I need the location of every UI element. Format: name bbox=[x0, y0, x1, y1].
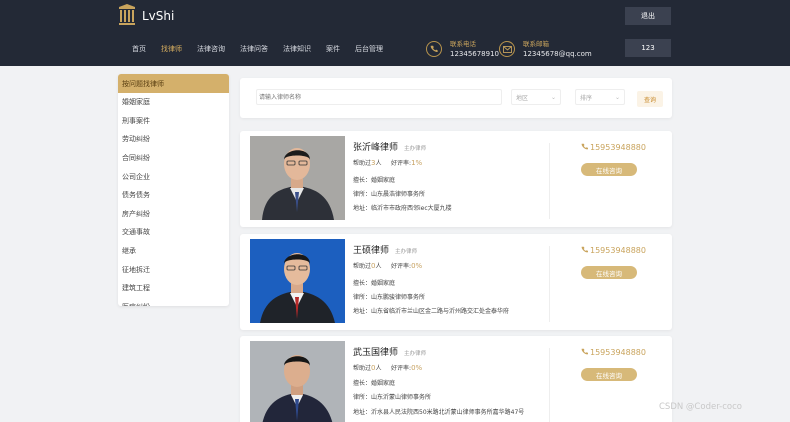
sidebar-item[interactable]: 婚姻家庭 bbox=[118, 93, 229, 112]
lawyer-name[interactable]: 王硕律师 bbox=[353, 246, 389, 256]
lawyer-phone[interactable]: 15953948880 bbox=[590, 143, 646, 152]
search-bar: 地区 ⌄ 排序 ⌄ bbox=[240, 78, 672, 118]
lawyer-specialty: 擅长：婚姻家庭 bbox=[353, 280, 396, 287]
sort-select[interactable]: 排序 ⌄ bbox=[575, 89, 625, 105]
sidebar-item[interactable]: 债务债务 bbox=[118, 186, 229, 205]
lawyer-role: 主办律师 bbox=[395, 249, 418, 255]
lawyer-address: 地址：沂水县人民法院西50米路北沂蒙山律师事务所嘉华路47号 bbox=[353, 409, 525, 416]
lawyer-photo bbox=[250, 136, 345, 220]
contact-phone: 联系电话 12345678910 bbox=[426, 39, 499, 59]
nav-item-home[interactable]: 首页 bbox=[132, 44, 146, 54]
sidebar-item[interactable]: 刑事案件 bbox=[118, 112, 229, 131]
nav-item-admin[interactable]: 后台管理 bbox=[355, 44, 383, 54]
sidebar-item[interactable]: 医疗纠纷 bbox=[118, 298, 229, 306]
consult-button[interactable]: 在线咨询 bbox=[581, 368, 637, 381]
nav-item-knowledge[interactable]: 法律知识 bbox=[283, 44, 311, 54]
phone-icon bbox=[581, 348, 588, 357]
rate-value: 1% bbox=[411, 159, 423, 167]
email-label: 联系邮箱 bbox=[523, 40, 549, 48]
category-sidebar: 按问题找律师 婚姻家庭 刑事案件 劳动纠纷 合同纠纷 公司企业 债务债务 房产纠… bbox=[118, 74, 229, 306]
lawyer-specialty: 擅长：婚姻家庭 bbox=[353, 380, 396, 387]
sidebar-item[interactable]: 建筑工程 bbox=[118, 279, 229, 298]
lawyer-address: 地址：临沂市市政府西邻iec大厦九楼 bbox=[353, 205, 452, 212]
sidebar-item[interactable]: 交通事故 bbox=[118, 223, 229, 242]
help-unit: 人 bbox=[375, 263, 382, 270]
lawyer-card[interactable]: 王硕律师 主办律师 帮助过0人 好评率:0% 擅长：婚姻家庭 律所：山东鹏骏律师事… bbox=[240, 234, 672, 330]
mail-icon bbox=[499, 41, 515, 57]
lawyer-phone[interactable]: 15953948880 bbox=[590, 348, 646, 357]
nav-item-consult[interactable]: 法律咨询 bbox=[197, 44, 225, 54]
lawyer-name[interactable]: 武玉国律师 bbox=[353, 348, 398, 358]
phone-icon bbox=[581, 246, 588, 255]
rate-label: 好评率: bbox=[391, 365, 412, 372]
lawyer-firm: 律所：山东晨浩律师事务所 bbox=[353, 191, 426, 198]
lawyer-role: 主办律师 bbox=[404, 146, 427, 152]
help-label: 帮助过 bbox=[353, 263, 372, 270]
consult-button[interactable]: 在线咨询 bbox=[581, 266, 637, 279]
sidebar-item[interactable]: 房产纠纷 bbox=[118, 205, 229, 224]
sort-select-label: 排序 bbox=[580, 94, 593, 102]
sidebar-item[interactable]: 劳动纠纷 bbox=[118, 130, 229, 149]
nav-item-qa[interactable]: 法律问答 bbox=[240, 44, 268, 54]
lawyer-card[interactable]: 张沂峰律师 主办律师 帮助过3人 好评率:1% 擅长：婚姻家庭 律所：山东晨浩律师… bbox=[240, 131, 672, 227]
card-divider bbox=[549, 246, 550, 322]
help-label: 帮助过 bbox=[353, 365, 372, 372]
nav-item-cases[interactable]: 案件 bbox=[326, 44, 340, 54]
email-value: 12345678@qq.com bbox=[523, 50, 592, 58]
chevron-down-icon: ⌄ bbox=[614, 93, 620, 101]
lawyer-firm: 律所：山东鹏骏律师事务所 bbox=[353, 294, 426, 301]
lawyer-card[interactable]: 武玉国律师 主办律师 帮助过0人 好评率:0% 擅长：婚姻家庭 律所：山东沂蒙山律… bbox=[240, 336, 672, 422]
top-header: LvShi 首页 找律师 法律咨询 法律问答 法律知识 案件 后台管理 联系电话… bbox=[0, 0, 790, 66]
logout-button[interactable]: 退出 bbox=[625, 7, 671, 25]
rate-label: 好评率: bbox=[391, 160, 412, 167]
sidebar-item[interactable]: 合同纠纷 bbox=[118, 149, 229, 168]
logo[interactable]: LvShi bbox=[118, 4, 174, 28]
phone-label: 联系电话 bbox=[450, 40, 476, 48]
phone-icon bbox=[426, 41, 442, 57]
lawyer-photo bbox=[250, 341, 345, 422]
sidebar-item[interactable]: 征地拆迁 bbox=[118, 260, 229, 279]
sidebar-item[interactable]: 继承 bbox=[118, 242, 229, 261]
lawyer-photo bbox=[250, 239, 345, 323]
search-input[interactable] bbox=[256, 89, 502, 105]
phone-value: 12345678910 bbox=[450, 50, 499, 58]
main-nav: 首页 找律师 法律咨询 法律问答 法律知识 案件 后台管理 bbox=[132, 44, 398, 54]
search-button[interactable]: 查询 bbox=[637, 91, 663, 107]
watermark: CSDN @Coder-coco bbox=[659, 402, 742, 412]
lawyer-address: 地址：山东省临沂市兰山区金二路与沂州路交汇处金泰华府 bbox=[353, 308, 510, 315]
lawyer-specialty: 擅长：婚姻家庭 bbox=[353, 177, 396, 184]
rate-value: 0% bbox=[411, 364, 423, 372]
rate-value: 0% bbox=[411, 262, 423, 270]
help-unit: 人 bbox=[375, 160, 382, 167]
lawyer-role: 主办律师 bbox=[404, 351, 427, 357]
sidebar-item[interactable]: 公司企业 bbox=[118, 167, 229, 186]
region-select[interactable]: 地区 ⌄ bbox=[511, 89, 561, 105]
phone-icon bbox=[581, 143, 588, 152]
contact-email: 联系邮箱 12345678@qq.com bbox=[499, 39, 592, 59]
logo-icon bbox=[118, 4, 136, 28]
help-label: 帮助过 bbox=[353, 160, 372, 167]
region-select-label: 地区 bbox=[516, 94, 529, 102]
rate-label: 好评率: bbox=[391, 263, 412, 270]
lawyer-name[interactable]: 张沂峰律师 bbox=[353, 143, 398, 153]
consult-button[interactable]: 在线咨询 bbox=[581, 163, 637, 176]
lawyer-firm: 律所：山东沂蒙山律师事务所 bbox=[353, 394, 432, 401]
card-divider bbox=[549, 143, 550, 219]
user-button[interactable]: 123 bbox=[625, 39, 671, 57]
sidebar-title[interactable]: 按问题找律师 bbox=[118, 74, 229, 93]
nav-item-find-lawyer[interactable]: 找律师 bbox=[161, 44, 182, 54]
help-unit: 人 bbox=[375, 365, 382, 372]
brand-name: LvShi bbox=[142, 9, 175, 23]
card-divider bbox=[549, 348, 550, 422]
chevron-down-icon: ⌄ bbox=[550, 93, 556, 101]
lawyer-phone[interactable]: 15953948880 bbox=[590, 246, 646, 255]
